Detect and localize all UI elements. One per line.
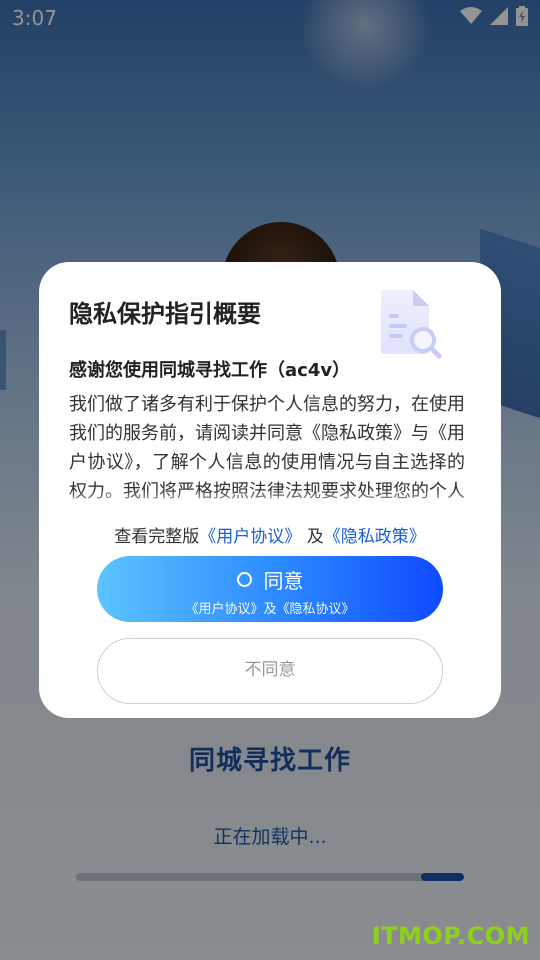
document-search-icon <box>375 290 445 362</box>
agree-button-main: 同意 <box>97 565 443 594</box>
privacy-policy-link[interactable]: 《隐私政策》 <box>324 527 426 547</box>
agree-sublabel: 《用户协议》及《隐私协议》 <box>185 602 355 617</box>
dialog-body-scroll[interactable]: 我们做了诸多有利于保护个人信息的努力，在使用我们的服务前，请阅读并同意《隐私政策… <box>69 390 465 510</box>
user-agreement-link[interactable]: 《用户协议》 <box>199 527 301 547</box>
dialog-subtitle: 感谢您使用同城寻找工作（ac4v） <box>69 360 351 381</box>
watermark: ITMOP.COM <box>371 922 530 950</box>
agreement-links: 查看完整版《用户协议》 及《隐私政策》 <box>39 522 501 547</box>
body-fade <box>69 490 465 510</box>
agree-button[interactable]: 同意 《用户协议》及《隐私协议》 <box>97 556 443 622</box>
dialog-title: 隐私保护指引概要 <box>69 300 261 328</box>
radio-circle-icon <box>236 572 252 587</box>
links-and: 及 <box>306 527 324 547</box>
links-prefix: 查看完整版 <box>114 527 200 547</box>
privacy-dialog: 隐私保护指引概要 感谢您使用同城寻找工作（ac4v） 我们做了诸多有利于保护个人… <box>39 262 501 718</box>
disagree-button[interactable]: 不同意 <box>97 638 443 704</box>
agree-label: 同意 <box>263 569 304 593</box>
